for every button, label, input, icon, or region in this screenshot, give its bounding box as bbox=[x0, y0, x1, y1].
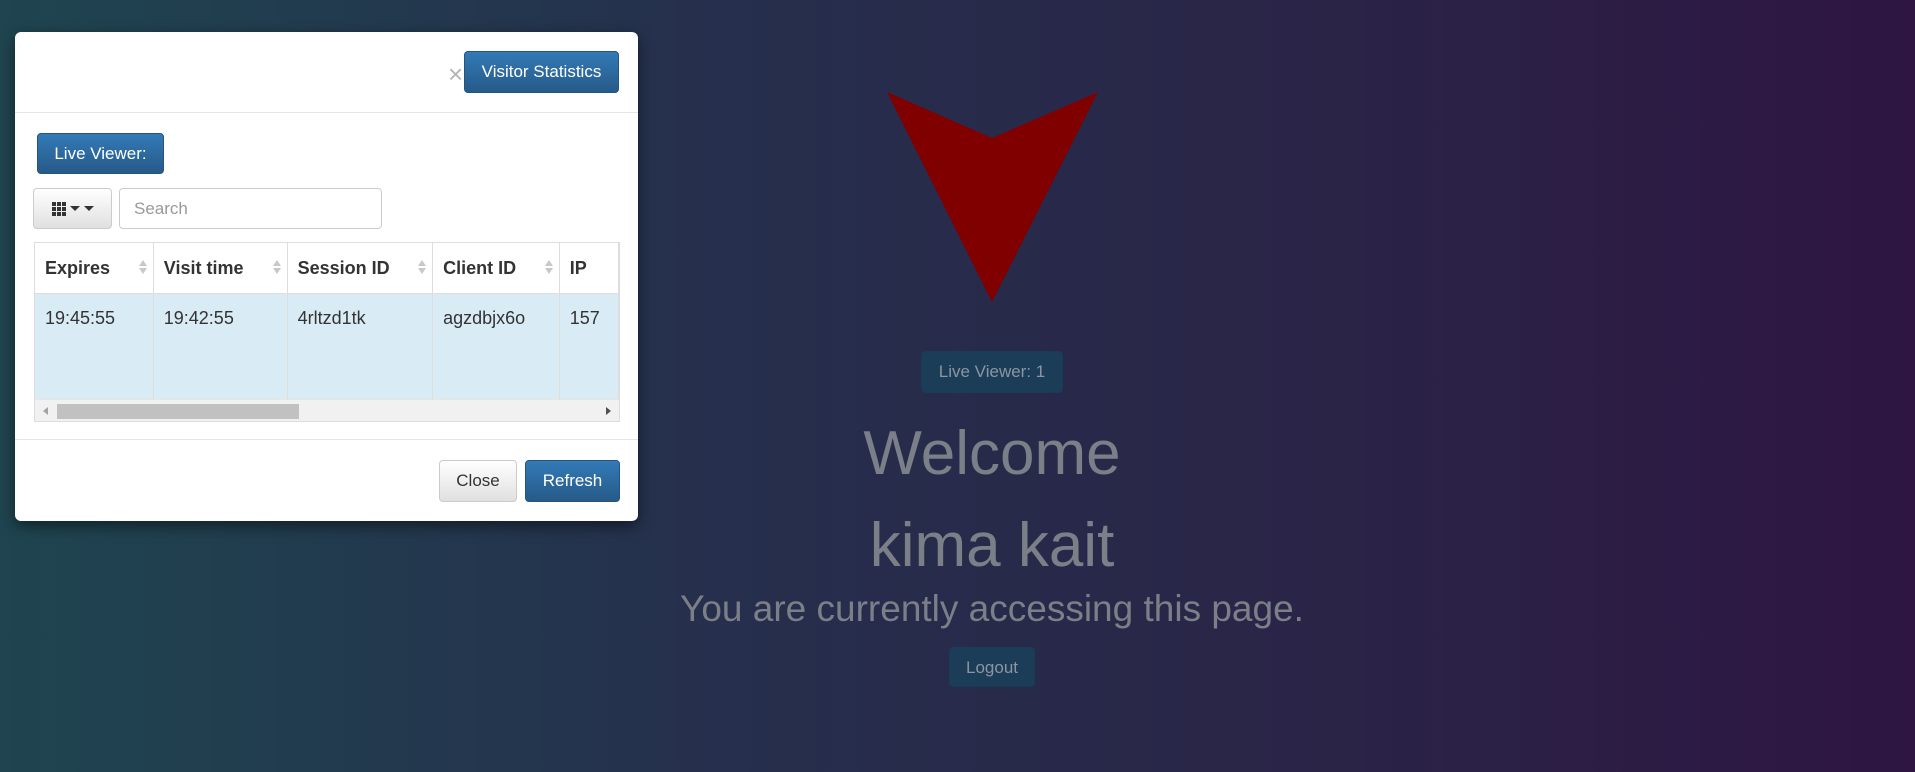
columns-toggle-dropdown[interactable] bbox=[33, 188, 112, 229]
welcome-heading: Welcome bbox=[863, 419, 1121, 488]
column-header-ip[interactable]: IP bbox=[559, 243, 619, 294]
modal-header: × Visitor Statistics bbox=[15, 32, 638, 113]
column-header-visit-time[interactable]: Visit time bbox=[153, 243, 288, 294]
visitor-table: Expires Visit time Session ID Client ID bbox=[35, 243, 619, 411]
search-input[interactable] bbox=[119, 188, 382, 229]
table-row[interactable]: 19:45:55 19:42:55 4rltzd1tk agzdbjx6o 15… bbox=[35, 293, 619, 411]
cell-ip: 157 bbox=[559, 293, 619, 411]
cell-session-id: 4rltzd1tk bbox=[287, 293, 434, 411]
access-message: You are currently accessing this page. bbox=[680, 588, 1304, 629]
close-button[interactable]: Close bbox=[439, 460, 517, 502]
scrollbar-thumb[interactable] bbox=[57, 404, 299, 419]
column-header-session-id[interactable]: Session ID bbox=[287, 243, 434, 294]
cell-expires: 19:45:55 bbox=[35, 293, 154, 411]
background-live-viewer-button[interactable]: Live Viewer: 1 bbox=[921, 351, 1063, 393]
visitor-statistics-modal: × Visitor Statistics Live Viewer: Search… bbox=[15, 32, 638, 521]
visitor-statistics-button[interactable]: Visitor Statistics bbox=[464, 51, 619, 93]
sort-icon bbox=[418, 260, 427, 274]
grid-icon bbox=[51, 201, 66, 216]
sort-icon bbox=[544, 260, 553, 274]
scroll-right-arrow-icon[interactable] bbox=[606, 407, 611, 415]
table-header-row: Expires Visit time Session ID Client ID bbox=[35, 243, 619, 294]
column-header-client-id[interactable]: Client ID bbox=[432, 243, 560, 294]
sort-icon bbox=[138, 260, 147, 274]
logout-button[interactable]: Logout bbox=[949, 647, 1035, 687]
modal-close-icon[interactable]: × bbox=[448, 59, 463, 89]
cell-client-id: agzdbjx6o bbox=[432, 293, 560, 411]
refresh-button[interactable]: Refresh bbox=[525, 460, 620, 502]
red-arrow-logo-icon bbox=[887, 92, 1098, 302]
scroll-left-arrow-icon[interactable] bbox=[43, 407, 48, 415]
live-viewer-button[interactable]: Live Viewer: bbox=[37, 133, 164, 174]
caret-down-icon bbox=[69, 206, 80, 211]
caret-down-icon bbox=[83, 206, 94, 211]
cell-visit-time: 19:42:55 bbox=[153, 293, 288, 411]
horizontal-scrollbar[interactable] bbox=[35, 399, 619, 421]
user-name-heading: kima kait bbox=[869, 511, 1115, 580]
column-header-expires[interactable]: Expires bbox=[35, 243, 154, 294]
sort-icon bbox=[272, 260, 281, 274]
visitor-table-container: Expires Visit time Session ID Client ID bbox=[34, 242, 620, 422]
modal-footer: Close Refresh bbox=[15, 439, 638, 522]
